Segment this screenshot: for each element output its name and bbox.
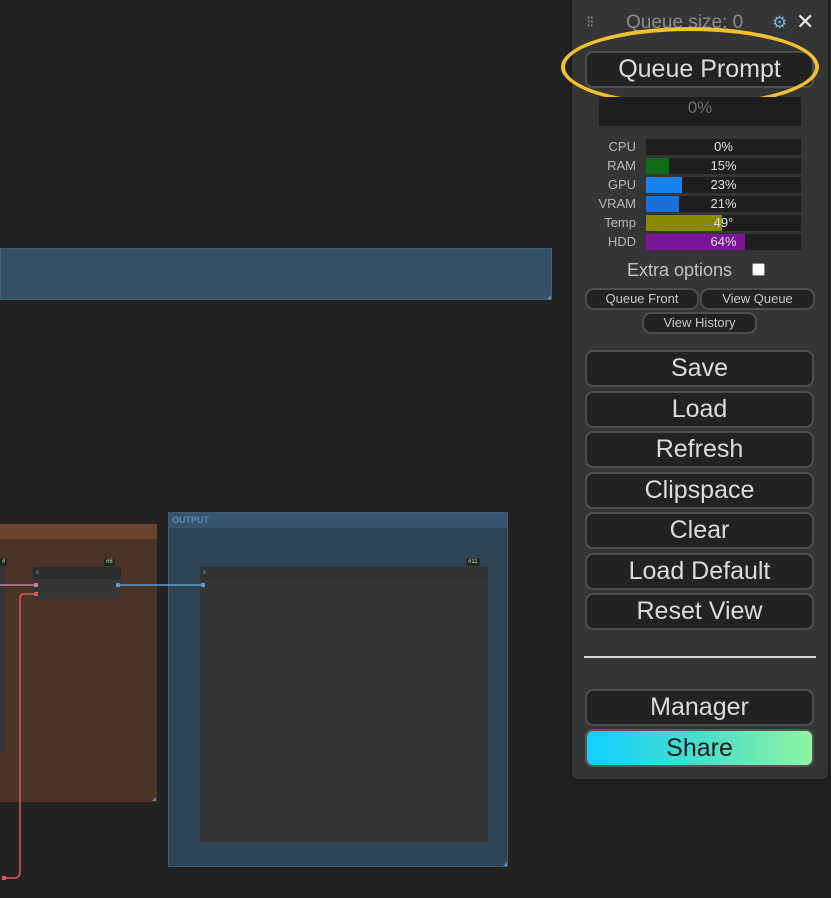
stat-value: 64% xyxy=(710,234,737,249)
queue-front-button[interactable]: Queue Front xyxy=(585,288,699,310)
divider xyxy=(584,656,816,658)
stat-label: CPU xyxy=(608,139,636,154)
stat-row-vram: VRAM 21% xyxy=(572,195,828,213)
clipspace-button[interactable]: Clipspace xyxy=(585,472,814,509)
refresh-button[interactable]: Refresh xyxy=(585,431,814,468)
stat-value: 21% xyxy=(710,196,737,211)
close-icon[interactable]: ✕ xyxy=(796,9,814,35)
stat-row-ram: RAM 15% xyxy=(572,157,828,175)
stat-row-cpu: CPU 0% xyxy=(572,138,828,156)
load-button[interactable]: Load xyxy=(585,391,814,428)
stat-value: 0% xyxy=(714,139,733,154)
manager-button[interactable]: Manager xyxy=(585,689,814,726)
stat-bar: 21% xyxy=(646,196,801,212)
drag-handle-icon[interactable]: ⁝⁝ xyxy=(586,14,594,32)
stat-bar: 64% xyxy=(646,234,801,250)
stat-label: VRAM xyxy=(598,196,636,211)
reset-view-button[interactable]: Reset View xyxy=(585,593,814,630)
stat-row-hdd: HDD 64% xyxy=(572,233,828,251)
gear-icon[interactable]: ⚙ xyxy=(772,13,787,33)
stat-bar: 0% xyxy=(646,139,801,155)
stat-label: RAM xyxy=(607,158,636,173)
stat-row-temp: Temp 49° xyxy=(572,214,828,232)
highlight-annotation xyxy=(561,27,819,107)
stat-row-gpu: GPU 23% xyxy=(572,176,828,194)
view-queue-button[interactable]: View Queue xyxy=(700,288,815,310)
extra-options-label: Extra options xyxy=(627,260,733,280)
stat-label: GPU xyxy=(607,177,636,192)
stat-label: Temp xyxy=(604,215,636,230)
stat-bar: 15% xyxy=(646,158,801,174)
share-button[interactable]: Share xyxy=(585,729,814,767)
stat-value: 49° xyxy=(713,215,734,230)
view-history-button[interactable]: View History xyxy=(642,312,757,334)
extra-options-checkbox[interactable] xyxy=(752,263,765,276)
comfy-menu-panel: ⁝⁝ Queue size: 0 ⚙ ✕ Queue Prompt 0% CPU… xyxy=(561,0,828,779)
stat-value: 15% xyxy=(710,158,737,173)
stat-bar: 49° xyxy=(646,215,801,231)
progress-bar: 0% xyxy=(599,97,801,126)
stat-label: HDD xyxy=(607,234,636,249)
load-default-button[interactable]: Load Default xyxy=(585,553,814,590)
stat-bar: 23% xyxy=(646,177,801,193)
save-button[interactable]: Save xyxy=(585,350,814,387)
stat-value: 23% xyxy=(710,177,737,192)
clear-button[interactable]: Clear xyxy=(585,512,814,549)
